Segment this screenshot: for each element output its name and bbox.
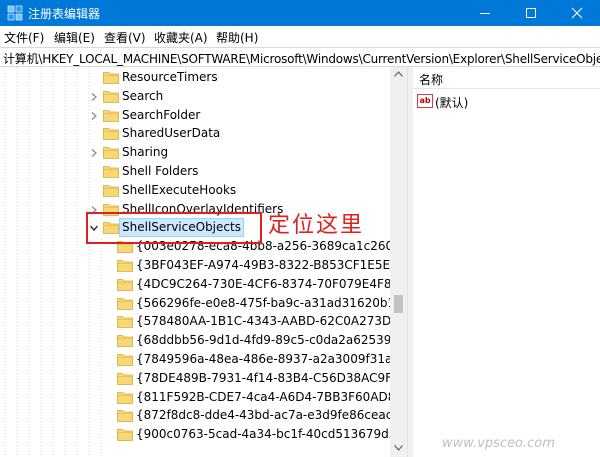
folder-icon [103,145,119,160]
tree-child-label: {3BF043EF-A974-49B3-8322-B853CF1E5EC5} [136,258,407,272]
folder-icon [117,371,133,385]
folder-icon [117,258,133,272]
tree-child-label: {566296fe-e0e8-475f-ba9c-a31ad31620b1} [136,295,403,310]
tree-item[interactable]: ShellExecuteHooks [0,181,390,200]
tree-item-label: Shell Folders [122,164,199,178]
address-path[interactable]: 计算机\HKEY_LOCAL_MACHINE\SOFTWARE\Microsof… [3,50,600,67]
tree-item[interactable]: Shell Folders [0,162,390,181]
tree-child-label: {578480AA-1B1C-4343-AABD-62C0A273DCB5} [136,314,407,329]
tree-item[interactable]: ResourceTimers [0,68,390,87]
tree-child-item[interactable]: {7849596a-48ea-486e-8937-a2a3009f31a9} [0,350,407,369]
folder-icon [103,126,119,141]
chevron-right-icon[interactable] [89,110,99,120]
chevron-right-icon[interactable] [89,91,99,101]
tree-child-label: {872f8dc8-dde4-43bd-ac7a-e3d9fe86ceac} [136,408,400,423]
column-name-label: 名称 [419,73,444,87]
menu-help[interactable]: 帮助(H) [216,29,258,46]
tree-child-item[interactable]: {811F592B-CDE7-4ca4-A6D4-7BB3F60AD8FB} [0,388,407,407]
menu-view[interactable]: 查看(V) [104,29,146,46]
tree-child-item[interactable]: {3BF043EF-A974-49B3-8322-B853CF1E5EC5} [0,256,407,275]
chevron-right-icon[interactable] [89,147,99,158]
ab-string-icon: ab [417,94,433,108]
minimize-button[interactable] [462,0,508,26]
close-button[interactable] [554,0,600,26]
tree-item-label: Sharing [122,145,169,160]
tree-child-label: {900c0763-5cad-4a34-bc1f-40cd513679d5} [136,427,405,442]
menu-bar: 文件(F) 编辑(E) 查看(V) 收藏夹(A) 帮助(H) [0,26,600,47]
value-name: (默认) [435,96,469,110]
tree-child-label: {4DC9C264-730E-4CF6-8374-70F079E4F82B} [136,276,407,291]
tree-scrollbar[interactable] [390,67,407,457]
tree-item[interactable]: SearchFolder [0,106,390,125]
tree-child-item[interactable]: {4DC9C264-730E-4CF6-8374-70F079E4F82B} [0,275,407,294]
folder-icon [117,352,133,366]
menu-file[interactable]: 文件(F) [4,29,44,46]
folder-icon [103,164,119,178]
key-tree-pane[interactable]: ResourceTimers Search SearchFolder SharedUs… [0,67,407,457]
folder-icon [117,277,133,291]
maximize-icon [526,8,536,18]
tree-child-item[interactable]: {900c0763-5cad-4a34-bc1f-40cd513679d5} [0,425,404,444]
maximize-button[interactable] [508,0,554,26]
tree-child-label: {68ddbb56-9d1d-4fd9-89c5-c0da2a625392} [136,333,407,348]
folder-icon [117,390,133,404]
tree-item-label: SearchFolder [122,107,201,122]
menu-favorites[interactable]: 收藏夹(A) [154,29,208,46]
column-header-name[interactable]: 名称 [413,67,600,89]
tree-item-label: ShellExecuteHooks [122,182,237,197]
watermark: www.vpsceo.com [442,436,555,451]
folder-icon [117,314,133,329]
scroll-down-arrow-icon[interactable] [394,445,403,451]
tree-item-label: ResourceTimers [122,70,218,84]
registry-editor-icon [7,5,23,21]
tree-child-item[interactable]: {578480AA-1B1C-4343-AABD-62C0A273DCB5} [0,312,407,331]
tree-child-label: {78DE489B-7931-4f14-83B4-C56D38AC9FFA} [136,370,407,385]
tree-item-label: Search [122,88,164,103]
menu-edit[interactable]: 编辑(E) [54,29,95,46]
tree-item[interactable]: Sharing [0,143,390,162]
window-title: 注册表编辑器 [28,7,101,21]
folder-icon [117,427,133,442]
folder-icon [103,89,119,103]
folder-icon [117,296,133,310]
address-bar[interactable]: 计算机\HKEY_LOCAL_MACHINE\SOFTWARE\Microsof… [0,47,600,67]
scrollbar-thumb[interactable] [394,295,403,313]
highlight-box [86,212,262,244]
folder-icon [103,70,119,84]
tree-item[interactable]: Search [0,87,390,106]
tree-item[interactable]: SharedUserData [0,124,390,143]
value-row-default[interactable]: ab (默认) [417,93,597,111]
folder-icon [117,333,133,348]
tree-child-item[interactable]: {872f8dc8-dde4-43bd-ac7a-e3d9fe86ceac} [0,406,400,425]
folder-icon [117,408,133,423]
minimize-icon [480,13,490,14]
folder-icon [103,183,119,197]
tree-child-label: {811F592B-CDE7-4ca4-A6D4-7BB3F60AD8FB} [136,389,407,404]
tree-child-label: {7849596a-48ea-486e-8937-a2a3009f31a9} [136,352,407,366]
tree-item-label: SharedUserData [122,126,221,141]
tree-child-item[interactable]: {68ddbb56-9d1d-4fd9-89c5-c0da2a625392} [0,331,407,350]
folder-icon [103,108,119,122]
close-icon [571,7,583,19]
annotation-text: 定位这里 [268,213,365,238]
tree-child-item[interactable]: {78DE489B-7931-4f14-83B4-C56D38AC9FFA} [0,369,407,388]
title-bar: 注册表编辑器 [0,0,600,26]
values-pane[interactable]: 名称 ab (默认) [413,67,600,457]
tree-child-item[interactable]: {566296fe-e0e8-475f-ba9c-a31ad31620b1} [0,294,403,313]
scroll-up-arrow-icon[interactable] [394,71,403,77]
